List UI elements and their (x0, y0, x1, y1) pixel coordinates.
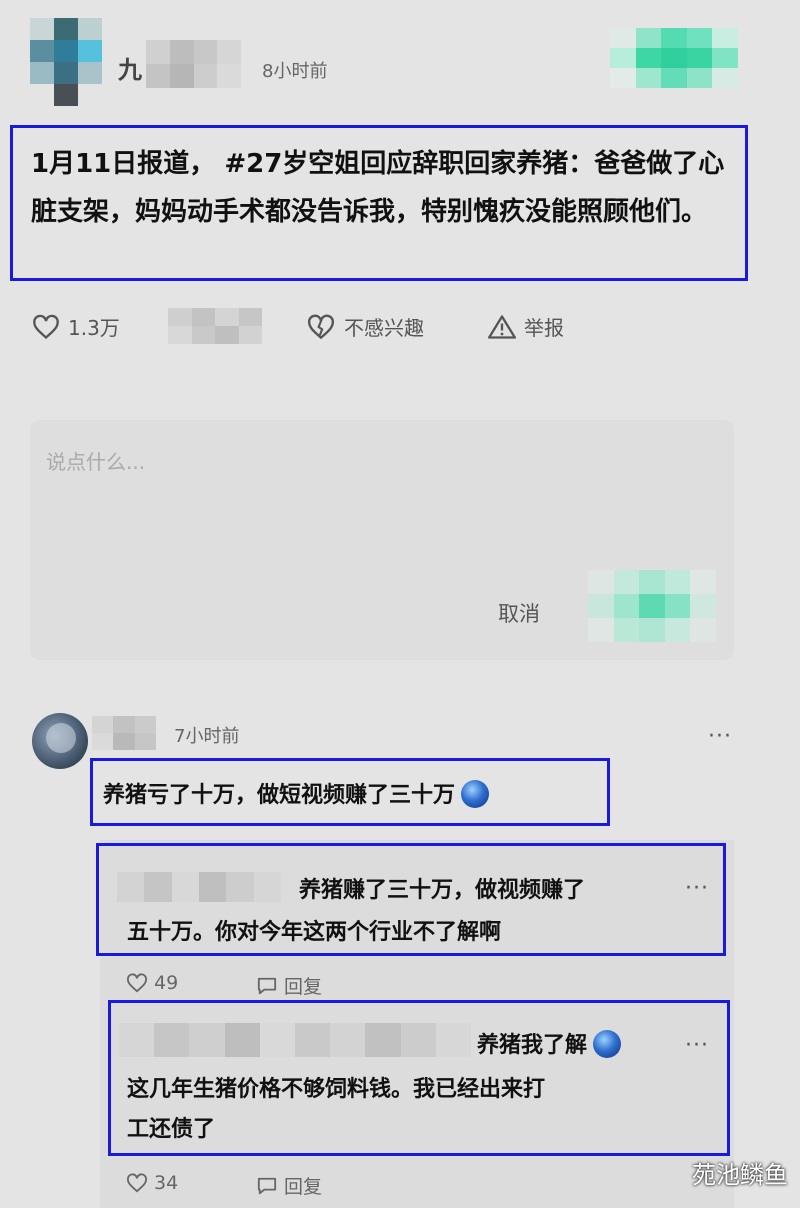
heart-icon (33, 314, 59, 339)
report-label: 举报 (524, 316, 564, 340)
comment-bubble-icon (257, 1177, 277, 1194)
comment-input[interactable]: 说点什么... 取消 (30, 420, 734, 660)
reply-label: 回复 (284, 976, 323, 998)
post-username[interactable]: 九 (118, 50, 142, 85)
post-time: 8小时前 (262, 61, 328, 82)
reply-text-line2: 这几年生猪价格不够饲料钱。我已经出来打 (127, 1077, 546, 1102)
reply-text-line1-text: 养猪我了解 (477, 1033, 588, 1058)
reply-text-line1: 养猪我了解 (477, 1027, 622, 1060)
reply-text-line2: 五十万。你对今年这两个行业不了解啊 (127, 920, 502, 945)
like-action[interactable]: 1.3万 (32, 312, 120, 341)
share-blur[interactable] (168, 308, 262, 344)
comment-text: 养猪亏了十万，做短视频赚了三十万 (103, 783, 456, 808)
heart-icon (127, 1173, 147, 1193)
watermark: 苑池鳞鱼 (692, 1161, 788, 1189)
reply-button[interactable]: 回复 (256, 972, 322, 999)
reply-text-line1: 养猪赚了三十万，做视频赚了 (299, 878, 586, 903)
comment-highlight: 养猪亏了十万，做短视频赚了三十万 (90, 758, 610, 826)
reply-author-blur[interactable] (119, 1023, 471, 1057)
reply-like-count: 34 (154, 1172, 179, 1194)
heart-icon (127, 973, 147, 993)
reply-more-button[interactable]: ··· (685, 1033, 709, 1058)
cancel-button[interactable]: 取消 (498, 598, 540, 628)
comment-time: 7小时前 (174, 726, 240, 747)
comment-placeholder: 说点什么... (46, 450, 146, 474)
commenter-avatar[interactable] (32, 713, 88, 769)
commenter-name-blur[interactable] (92, 716, 156, 750)
broken-heart-icon (308, 314, 334, 339)
warning-icon (488, 314, 516, 339)
reply-text-line3: 工还债了 (127, 1117, 216, 1142)
reply-like-action[interactable]: 49 (126, 972, 178, 994)
reply-like-count: 49 (154, 972, 179, 994)
follow-button[interactable] (610, 28, 738, 88)
reply-like-action[interactable]: 34 (126, 1172, 178, 1194)
comment-more-button[interactable]: ··· (708, 724, 732, 749)
post-text: 1月11日报道， #27岁空姐回应辞职回家养猪：爸爸做了心脏支架，妈妈动手术都没… (31, 149, 725, 227)
reply-highlight: 养猪我了解 ··· 这几年生猪价格不够饲料钱。我已经出来打 工还债了 (108, 1000, 730, 1156)
send-button[interactable] (588, 570, 716, 642)
reply-more-button[interactable]: ··· (685, 876, 709, 901)
report-action[interactable]: 举报 (488, 312, 564, 341)
reply-button[interactable]: 回复 (256, 1172, 322, 1199)
reply-author-blur[interactable] (117, 872, 281, 902)
reply-highlight: 养猪赚了三十万，做视频赚了 ··· 五十万。你对今年这两个行业不了解啊 (96, 843, 726, 956)
like-count: 1.3万 (68, 316, 120, 340)
comment-bubble-icon (257, 977, 277, 994)
reply-label: 回复 (284, 1176, 323, 1198)
not-interested-label: 不感兴趣 (344, 316, 424, 340)
username-blur (146, 40, 241, 88)
post-avatar[interactable] (30, 18, 102, 106)
not-interested-action[interactable]: 不感兴趣 (306, 312, 424, 341)
post-highlight: 1月11日报道， #27岁空姐回应辞职回家养猪：爸爸做了心脏支架，妈妈动手术都没… (10, 125, 748, 281)
smug-emoji-icon (593, 1030, 622, 1058)
smug-emoji-icon (461, 780, 490, 808)
